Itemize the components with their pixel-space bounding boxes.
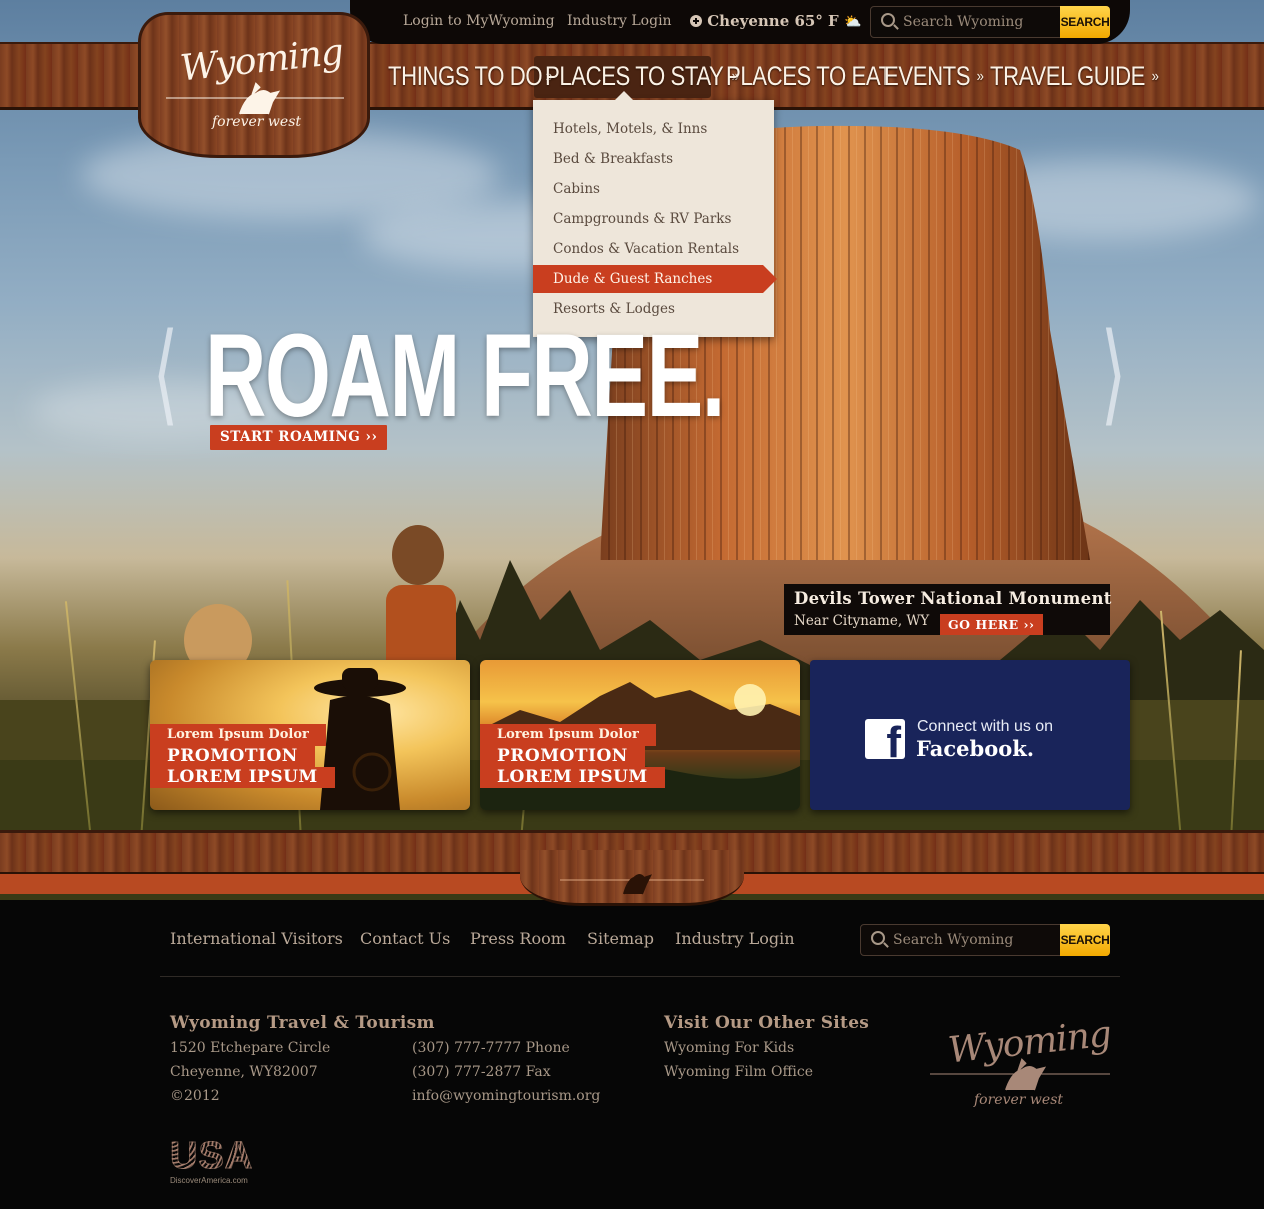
- footer-link-press-room[interactable]: Press Room: [470, 929, 566, 948]
- facebook-line2: Facebook.: [916, 736, 1035, 761]
- discover-america-logo[interactable]: USA DiscoverAmerica.com: [169, 1135, 254, 1186]
- promo-line2: LOREM IPSUM: [480, 767, 665, 788]
- promo-kicker: Lorem Ipsum Dolor: [150, 724, 326, 746]
- caption-title: Devils Tower National Monument: [794, 589, 1112, 608]
- usa-logo-letters: USA: [169, 1135, 254, 1177]
- go-here-button[interactable]: GO HERE ››: [940, 614, 1043, 635]
- industry-login-link[interactable]: Industry Login: [567, 13, 672, 29]
- bucking-horse-icon: [560, 874, 704, 895]
- org-address-line2: Cheyenne, WY82007: [170, 1064, 318, 1080]
- footer-search: SEARCH: [860, 924, 1110, 956]
- promo-tile-2[interactable]: Lorem Ipsum Dolor PROMOTION LOREM IPSUM: [480, 660, 800, 810]
- carousel-prev-arrow-icon[interactable]: ⟨: [153, 318, 179, 428]
- footer-search-button[interactable]: SEARCH: [1060, 924, 1110, 956]
- org-heading: Wyoming Travel & Tourism: [170, 1013, 435, 1033]
- facebook-tile[interactable]: f Connect with us on Facebook.: [810, 660, 1130, 810]
- nav-places-to-eat[interactable]: PLACES TO EAT: [726, 56, 892, 96]
- dropdown-item[interactable]: Cabins: [533, 175, 774, 203]
- caption-location: Near Cityname, WY: [794, 613, 930, 629]
- places-to-stay-dropdown: Hotels, Motels, & Inns Bed & Breakfasts …: [533, 91, 777, 337]
- header-search-input[interactable]: [903, 11, 1053, 33]
- nav-travel-guide[interactable]: TRAVEL GUIDE »: [990, 56, 1159, 96]
- dropdown-item[interactable]: Bed & Breakfasts: [533, 145, 774, 173]
- dropdown-item[interactable]: Campgrounds & RV Parks: [533, 205, 774, 233]
- footer-divider: [160, 976, 1120, 977]
- footer-wyoming-logo[interactable]: Wyoming forever west: [926, 1014, 1116, 1114]
- nav-label: PLACES TO EAT: [726, 61, 892, 91]
- header-search-button[interactable]: SEARCH: [1060, 6, 1110, 38]
- facebook-icon: f: [865, 719, 905, 759]
- nav-places-to-stay[interactable]: PLACES TO STAY»: [545, 56, 739, 96]
- footer-search-input[interactable]: [893, 929, 1043, 951]
- wyoming-logo[interactable]: Wyoming forever west: [160, 32, 350, 136]
- search-icon: [871, 931, 885, 945]
- weather-text: Cheyenne 65° F: [707, 12, 839, 30]
- hero-headline: ROAM FREE.: [205, 310, 725, 442]
- footer-link-sitemap[interactable]: Sitemap: [587, 929, 654, 948]
- other-site-link-kids[interactable]: Wyoming For Kids: [664, 1040, 794, 1056]
- logo-tagline: forever west: [974, 1092, 1064, 1108]
- promo-kicker: Lorem Ipsum Dolor: [480, 724, 656, 746]
- chevron-down-icon: »: [976, 68, 984, 85]
- promo-label: Lorem Ipsum Dolor PROMOTION LOREM IPSUM: [480, 723, 665, 788]
- search-icon: [881, 13, 895, 27]
- facebook-glyph: f: [886, 719, 901, 760]
- chevron-down-icon: »: [1151, 68, 1159, 85]
- weather-widget: Cheyenne 65° F ⛅: [690, 12, 861, 30]
- start-roaming-button[interactable]: START ROAMING ››: [210, 425, 388, 450]
- other-site-link-film[interactable]: Wyoming Film Office: [664, 1064, 813, 1080]
- dropdown-item-active[interactable]: Dude & Guest Ranches: [533, 265, 777, 293]
- logo-tagline: forever west: [212, 114, 302, 130]
- promo-line2: LOREM IPSUM: [150, 767, 335, 788]
- copyright: ©2012: [170, 1088, 220, 1104]
- header-search: SEARCH: [870, 6, 1110, 38]
- promo-label: Lorem Ipsum Dolor PROMOTION LOREM IPSUM: [150, 723, 335, 788]
- footer-band-notch: [520, 850, 744, 906]
- nav-label: EVENTS: [884, 61, 971, 91]
- footer-link-contact-us[interactable]: Contact Us: [360, 929, 450, 948]
- org-phone: (307) 777-7777 Phone: [412, 1040, 570, 1056]
- facebook-line1: Connect with us on: [917, 718, 1054, 735]
- org-address-line1: 1520 Etchepare Circle: [170, 1040, 331, 1056]
- other-sites-heading: Visit Our Other Sites: [664, 1013, 870, 1033]
- partly-cloudy-icon: ⛅: [843, 14, 862, 30]
- nav-label: TRAVEL GUIDE: [990, 61, 1146, 91]
- org-email-link[interactable]: info@wyomingtourism.org: [412, 1088, 600, 1104]
- promo-line1: PROMOTION: [150, 746, 315, 767]
- footer-link-industry-login[interactable]: Industry Login: [675, 929, 795, 948]
- promo-line1: PROMOTION: [480, 746, 645, 767]
- hero-caption: Devils Tower National Monument Near City…: [784, 584, 1112, 635]
- nav-events[interactable]: EVENTS »: [884, 56, 984, 96]
- dropdown-item[interactable]: Condos & Vacation Rentals: [533, 235, 774, 263]
- usa-logo-url: DiscoverAmerica.com: [170, 1176, 248, 1185]
- footer-link-international-visitors[interactable]: International Visitors: [170, 929, 343, 948]
- location-pin-icon: [690, 15, 702, 27]
- nav-things-to-do[interactable]: THINGS TO DO»: [388, 56, 553, 96]
- nav-label: PLACES TO STAY: [545, 61, 724, 91]
- promo-tile-1[interactable]: Lorem Ipsum Dolor PROMOTION LOREM IPSUM: [150, 660, 470, 810]
- nav-label: THINGS TO DO: [388, 61, 543, 91]
- dropdown-item[interactable]: Hotels, Motels, & Inns: [533, 115, 774, 143]
- org-fax: (307) 777-2877 Fax: [412, 1064, 551, 1080]
- login-mywyoming-link[interactable]: Login to MyWyoming: [403, 13, 555, 29]
- carousel-next-arrow-icon[interactable]: ⟩: [1101, 318, 1127, 428]
